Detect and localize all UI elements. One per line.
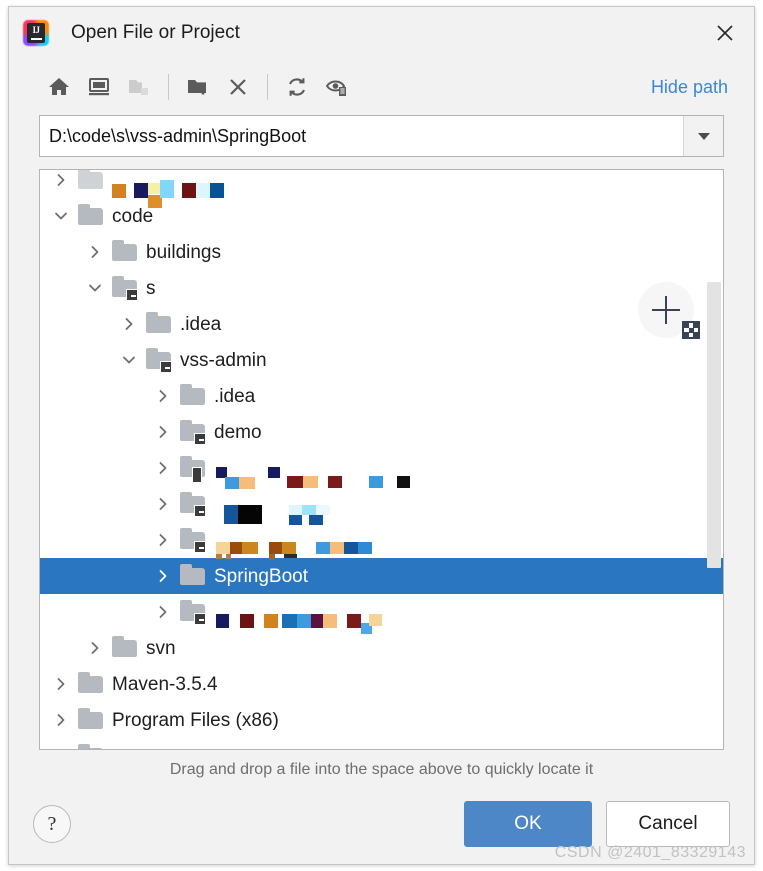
ok-button[interactable]: OK [464,801,592,847]
tree-row[interactable] [40,170,723,208]
folder-icon [110,240,140,264]
tree-row[interactable]: Program Files (x86) [40,702,723,738]
chevron-right-icon[interactable] [148,496,178,512]
crosshair-capture-cursor [638,282,700,339]
intellij-idea-icon: IJ [23,20,49,46]
dialog-toolbar: Hide path [9,59,754,115]
tree-row[interactable]: demo [40,414,723,450]
close-icon[interactable] [708,16,742,50]
folder-icon [76,204,106,228]
path-field-row [39,115,724,157]
chevron-down-icon [697,132,710,140]
tree-row[interactable]: Maven-3.5.4 [40,666,723,702]
tree-row[interactable] [40,486,723,525]
tree-row-label: buildings [146,241,221,263]
file-tree-panel: code buildings s .idea vss-admin .idea demo Spr… [39,169,724,750]
tree-row[interactable] [40,594,723,634]
folder-icon [76,708,106,732]
hide-path-link[interactable]: Hide path [651,77,736,98]
tree-row-label: .idea [180,313,222,335]
folder-icon [178,600,208,625]
home-icon[interactable] [39,69,79,105]
tree-row-label: s [146,277,156,299]
watermark: CSDN @2401_83329143 [554,844,746,861]
help-button[interactable]: ? [33,805,71,843]
toolbar-separator [168,74,169,100]
chevron-down-icon[interactable] [46,208,76,224]
path-input[interactable] [40,116,683,156]
chevron-right-icon[interactable] [114,316,144,332]
redacted-label [214,529,474,560]
chevron-down-icon[interactable] [80,280,110,296]
delete-icon[interactable] [218,69,258,105]
path-dropdown-button[interactable] [683,116,723,156]
folder-icon [76,744,106,749]
tree-row-label: .idea [214,385,256,407]
chevron-right-icon[interactable] [148,532,178,548]
folder-icon [110,276,140,301]
chevron-right-icon[interactable] [46,748,76,749]
desktop-icon[interactable] [79,69,119,105]
chevron-down-icon[interactable] [114,352,144,368]
folder-icon [144,348,174,373]
tree-row[interactable]: code [40,198,723,234]
refresh-icon[interactable] [277,69,317,105]
chevron-right-icon[interactable] [80,244,110,260]
tree-row-label: Maven-3.5.4 [112,673,218,695]
folder-icon [110,636,140,660]
dialog-footer: ? OK Cancel CSDN @2401_83329143 [9,790,754,864]
chevron-right-icon[interactable] [148,604,178,620]
tree-row-selected[interactable]: SpringBoot [40,558,723,594]
tree-row[interactable]: vss-admin [40,342,723,378]
redacted-label [112,170,372,208]
cancel-button[interactable]: Cancel [606,801,730,847]
show-hidden-icon[interactable] [317,69,357,105]
open-file-or-project-dialog: IJ Open File or Project Hide path D:\cod… [8,6,755,865]
tree-row-label: svn [146,637,176,659]
folder-icon [76,170,106,192]
tree-row[interactable]: .idea [40,306,723,342]
chevron-right-icon[interactable] [148,424,178,440]
folder-icon [178,492,208,517]
tree-row[interactable]: s [40,270,723,306]
chevron-right-icon[interactable] [46,172,76,188]
tree-row-label: vss-admin [180,349,267,371]
folder-icon [178,456,208,483]
chevron-right-icon[interactable] [80,640,110,656]
file-tree[interactable]: code buildings s .idea vss-admin .idea demo Spr… [40,170,723,749]
folder-icon [178,564,208,588]
project-folder-icon[interactable] [119,69,159,105]
tree-row-label: code [112,205,154,227]
chevron-right-icon[interactable] [46,676,76,692]
drag-drop-hint: Drag and drop a file into the space abov… [169,761,594,778]
redacted-label [214,601,474,634]
folder-icon [144,312,174,336]
folder-icon [178,384,208,408]
toolbar-separator [267,74,268,100]
chevron-right-icon[interactable] [148,388,178,404]
chevron-right-icon[interactable] [148,460,178,476]
chevron-right-icon[interactable] [148,568,178,584]
new-folder-icon[interactable] [178,69,218,105]
tree-row[interactable]: .idea [40,378,723,414]
tree-row[interactable] [40,450,723,489]
folder-icon [76,672,106,696]
tree-row[interactable]: buildings [40,234,723,270]
folder-icon [178,528,208,553]
tree-vertical-scrollbar[interactable] [707,282,721,568]
tree-row-label: SpringBoot [214,565,309,587]
tree-row-label: demo [214,421,262,443]
tree-row-label: Program Files (x86) [112,709,279,731]
dialog-title: Open File or Project [71,22,240,43]
tree-row[interactable] [40,738,723,749]
dialog-titlebar: IJ Open File or Project [9,7,754,59]
tree-row[interactable]: svn [40,630,723,666]
redacted-label [214,493,474,525]
folder-icon [178,420,208,445]
chevron-right-icon[interactable] [46,712,76,728]
redacted-label [214,457,474,489]
tree-row[interactable] [40,522,723,560]
